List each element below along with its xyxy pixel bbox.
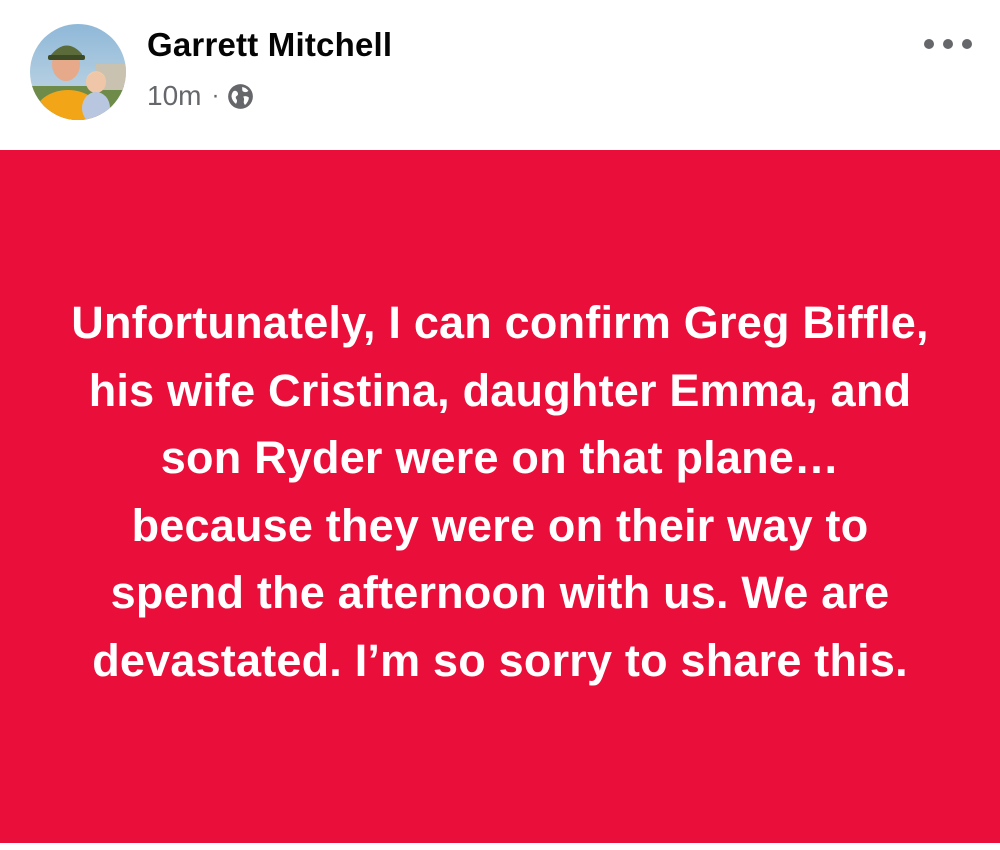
more-options-button[interactable] (924, 28, 972, 60)
more-options-icon (962, 39, 972, 49)
post-header: Garrett Mitchell 10m · (0, 0, 1000, 150)
meta-separator: · (211, 82, 220, 109)
more-options-icon (943, 39, 953, 49)
more-options-icon (924, 39, 934, 49)
post-meta: 10m · (147, 78, 254, 114)
author-name[interactable]: Garrett Mitchell (147, 26, 392, 64)
post-footer (0, 843, 1000, 850)
post-timestamp[interactable]: 10m (147, 80, 201, 112)
globe-icon[interactable] (227, 83, 254, 110)
post-text: Unfortunately, I can confirm Greg Biffle… (71, 297, 929, 686)
post-background: Unfortunately, I can confirm Greg Biffle… (0, 150, 1000, 843)
author-avatar[interactable] (30, 24, 126, 120)
avatar-photo (30, 24, 126, 120)
